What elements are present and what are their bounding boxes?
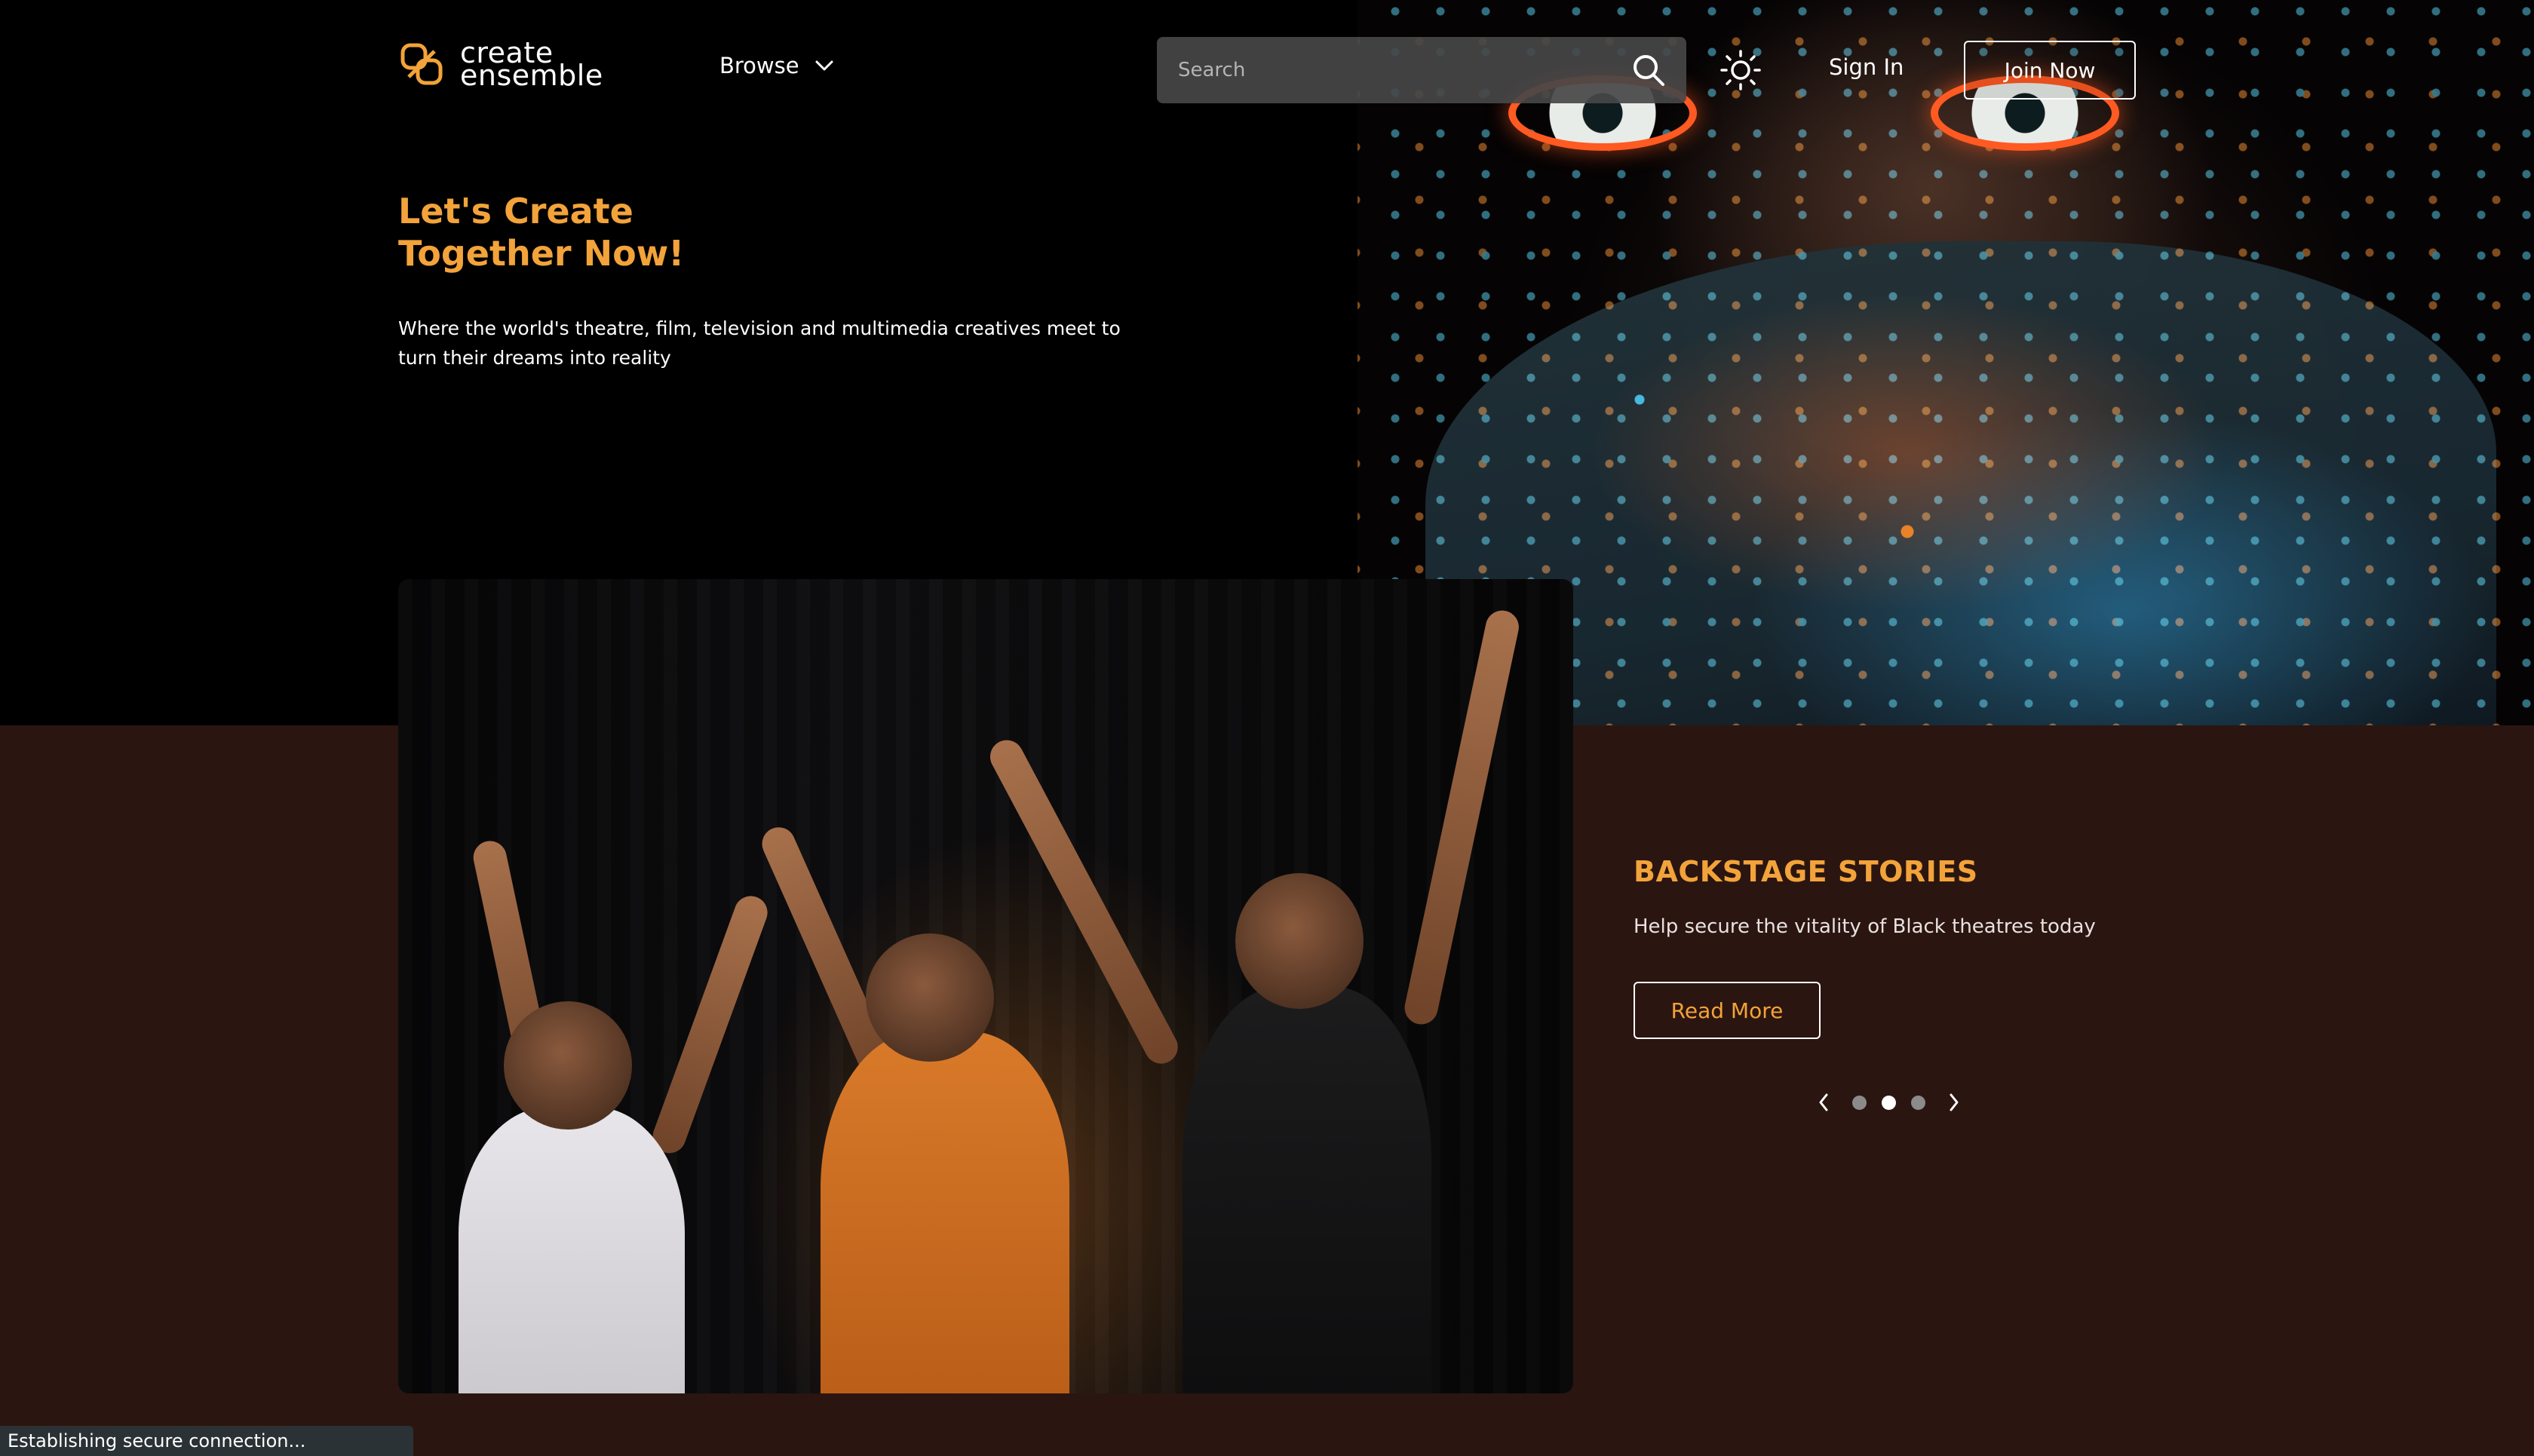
dancer-orange-top: [821, 1031, 1069, 1393]
logo-line-ensemble: ensemble: [460, 59, 603, 92]
feature-image-dancers: [398, 579, 1573, 1393]
story-subtitle: Help secure the vitality of Black theatr…: [1634, 915, 2096, 938]
browser-status-bar: Establishing secure connection...: [0, 1426, 413, 1456]
read-more-button[interactable]: Read More: [1634, 982, 1821, 1039]
search-box[interactable]: [1157, 37, 1686, 103]
carousel-dots: [1845, 1095, 1933, 1110]
search-icon[interactable]: [1631, 52, 1667, 88]
carousel-prev-button[interactable]: [1813, 1090, 1834, 1114]
search-input[interactable]: [1176, 58, 1602, 82]
dancer-white-top: [459, 1107, 685, 1393]
page: create ensemble Browse Sign In Joi: [0, 0, 2534, 1456]
join-now-label: Join Now: [2004, 57, 2096, 83]
join-now-button[interactable]: Join Now: [1964, 41, 2136, 100]
logo-wordmark: create ensemble: [460, 38, 603, 92]
story-title: BACKSTAGE STORIES: [1634, 855, 1978, 888]
carousel-dot[interactable]: [1852, 1095, 1867, 1110]
create-ensemble-logo-icon: [398, 41, 445, 87]
dancer-head: [866, 933, 994, 1062]
sun-icon[interactable]: [1720, 49, 1762, 91]
hero-subtitle: Where the world's theatre, film, televis…: [398, 317, 1121, 369]
browse-menu-button[interactable]: Browse: [719, 53, 834, 78]
chevron-down-icon: [815, 60, 833, 71]
sign-in-link[interactable]: Sign In: [1829, 54, 1904, 80]
carousel-dot[interactable]: [1911, 1095, 1925, 1110]
hero-title-line-1: Let's Create: [398, 191, 634, 231]
dancer-head: [1235, 873, 1364, 1009]
hero-title-line-2: Together Now!: [398, 233, 685, 274]
chevron-left-icon: [1819, 1093, 1828, 1111]
dancer-head: [504, 1001, 632, 1130]
site-logo[interactable]: create ensemble: [398, 38, 603, 92]
carousel-dot[interactable]: [1882, 1095, 1896, 1110]
read-more-label: Read More: [1670, 998, 1784, 1023]
dancer-black-top: [1183, 986, 1431, 1393]
carousel-nav: [1813, 1090, 1965, 1114]
browse-label: Browse: [719, 53, 799, 78]
hero-title: Let's Create Together Now!: [398, 190, 926, 274]
carousel-next-button[interactable]: [1943, 1090, 1965, 1114]
browser-status-text: Establishing secure connection...: [8, 1430, 306, 1451]
chevron-right-icon: [1950, 1093, 1959, 1111]
